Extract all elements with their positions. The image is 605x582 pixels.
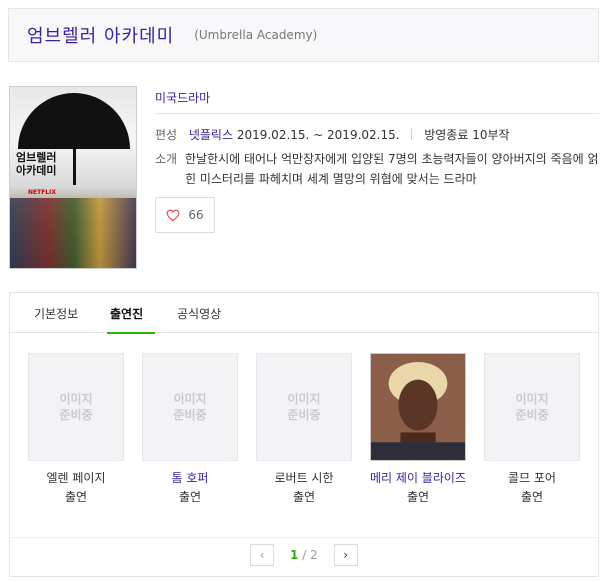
schedule-row: 편성 넷플릭스 2019.02.15. ~ 2019.02.15. 방영종료 1… [155,126,510,143]
cast-role: 출연 [64,490,88,504]
air-status: 방영종료 10부작 [424,128,510,142]
cast-card[interactable]: 이미지 준비중 콜므 포어 출연 [484,353,580,505]
poster-cast-figures [10,198,136,268]
cast-role: 출연 [178,490,202,504]
air-dates: 2019.02.15. ~ 2019.02.15. [236,128,400,142]
cast-card[interactable]: 이미지 준비중 톰 호퍼 출연 [142,353,238,505]
poster-brand: NETFLIX [28,189,56,196]
umbrella-graphic [18,93,130,149]
tab-official-video[interactable]: 공식영상 [177,305,221,322]
summary-row: 소개 한날한시에 태어나 억만장자에게 입양된 7명의 초능력자들이 양아버지의… [155,149,599,189]
poster-title: 엄브렐러 아카데미 [16,151,57,177]
next-page-button[interactable]: › [333,544,358,566]
tab-basic-info[interactable]: 기본정보 [34,305,78,322]
cast-card[interactable]: 이미지 준비중 엘렌 페이지 출연 [28,353,124,505]
divider [10,537,598,538]
genre-link[interactable]: 미국드라마 [155,89,210,106]
summary-text: 한날한시에 태어나 억만장자에게 입양된 7명의 초능력자들이 양아버지의 죽음… [185,152,599,186]
cast-card[interactable]: 이미지 준비중 로버트 시한 출연 [256,353,352,505]
like-count: 66 [188,208,204,222]
tab-cast[interactable]: 출연진 [110,305,143,322]
cast-name-link[interactable]: 톰 호퍼 [142,470,238,486]
chevron-right-icon: › [343,548,349,562]
portrait-image [371,354,465,460]
cast-name: 콜므 포어 [508,471,556,485]
cast-name: 엘렌 페이지 [46,471,106,485]
schedule-label: 편성 [155,128,178,142]
photo-placeholder: 이미지 준비중 [142,353,238,461]
cast-role: 출연 [406,490,430,504]
chevron-left-icon: ‹ [259,548,265,562]
photo-placeholder: 이미지 준비중 [484,353,580,461]
cast-role: 출연 [520,490,544,504]
broadcaster-link[interactable]: 넷플릭스 [189,128,233,142]
photo-placeholder: 이미지 준비중 [28,353,124,461]
page-subtitle: (Umbrella Academy) [194,28,318,42]
cast-name-link[interactable]: 메리 제이 블라이즈 [370,470,466,486]
title-bar: 엄브렐러 아카데미 (Umbrella Academy) [8,8,599,62]
prev-page-button[interactable]: ‹ [250,544,274,566]
divider [155,113,599,114]
cast-card[interactable]: 메리 제이 블라이즈 출연 [370,353,466,505]
cast-panel: 기본정보 출연진 공식영상 이미지 준비중 엘렌 페이지 출연 이미지 준비중 … [9,292,599,577]
photo-placeholder: 이미지 준비중 [256,353,352,461]
pagination: ‹ 1 / 2 › [250,544,358,566]
like-button[interactable]: 66 [155,197,215,233]
heart-icon [166,209,180,222]
active-tab-indicator [107,332,155,334]
tab-bar: 기본정보 출연진 공식영상 [10,293,598,334]
cast-name: 로버트 시한 [274,471,334,485]
summary-label: 소개 [155,152,178,166]
cast-role: 출연 [292,490,316,504]
cast-photo[interactable] [370,353,466,461]
current-page: 1 [290,548,299,562]
total-pages: 2 [310,548,318,562]
divider [411,129,413,140]
page-indicator: 1 / 2 [290,548,318,562]
page-title[interactable]: 엄브렐러 아카데미 [27,22,174,48]
poster-image[interactable]: 엄브렐러 아카데미 NETFLIX [9,86,137,269]
